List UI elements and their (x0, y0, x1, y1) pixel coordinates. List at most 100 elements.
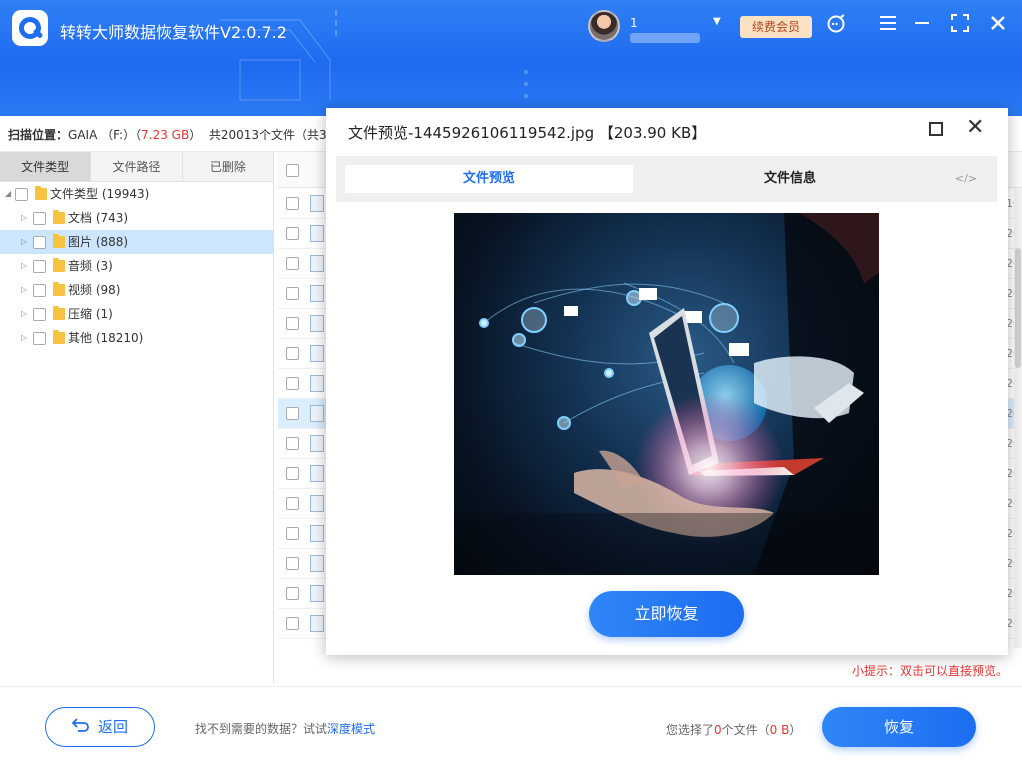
menu-icon[interactable] (876, 14, 900, 38)
tab-file-info[interactable]: 文件信息 (640, 165, 940, 193)
tree-item-label: 其他 (18210) (68, 331, 144, 345)
file-preview-dialog: 文件预览-1445926106119542.jpg 【203.90 KB】 ✕ … (326, 108, 1008, 655)
renew-vip-button[interactable]: 续费会员 (740, 16, 812, 38)
scrollbar-thumb[interactable] (1015, 248, 1021, 368)
recover-now-button[interactable]: 立即恢复 (589, 591, 744, 637)
tab-code[interactable]: </> (946, 165, 986, 193)
tree-root[interactable]: ◢ 文件类型 (19943) (0, 182, 274, 206)
collapse-arrow-icon[interactable]: ▷ (21, 302, 27, 326)
app-logo (12, 10, 48, 46)
row-checkbox[interactable] (286, 377, 299, 390)
back-button[interactable]: 返回 (45, 707, 155, 747)
checkbox[interactable] (33, 236, 46, 249)
dialog-title: 文件预览-1445926106119542.jpg 【203.90 KB】 (348, 124, 707, 142)
collapse-arrow-icon[interactable]: ▷ (21, 254, 27, 278)
row-checkbox[interactable] (286, 257, 299, 270)
row-checkbox[interactable] (286, 587, 299, 600)
expand-arrow-icon[interactable]: ◢ (5, 182, 11, 206)
tree-item-images[interactable]: ▷ 图片 (888) (0, 230, 274, 254)
image-file-icon (310, 585, 324, 602)
avatar[interactable] (588, 10, 620, 42)
close-icon[interactable] (986, 14, 1010, 38)
image-file-icon (310, 615, 324, 632)
row-checkbox[interactable] (286, 197, 299, 210)
sel-count: 0 (714, 723, 722, 737)
tree-item-archive[interactable]: ▷ 压缩 (1) (0, 302, 274, 326)
title-bar: 转转大师数据恢复软件V2.0.7.2 1 ▼ 续费会员 (0, 0, 1022, 116)
sel-suffix: ） (789, 723, 802, 737)
checkbox[interactable] (33, 332, 46, 345)
tree-item-other[interactable]: ▷ 其他 (18210) (0, 326, 274, 350)
image-file-icon (310, 345, 324, 362)
tree-item-documents[interactable]: ▷ 文档 (743) (0, 206, 274, 230)
row-checkbox[interactable] (286, 347, 299, 360)
support-icon[interactable] (824, 14, 848, 38)
image-file-icon (310, 285, 324, 302)
checkbox[interactable] (33, 212, 46, 225)
tab-file-path[interactable]: 文件路径 (91, 152, 183, 181)
checkbox[interactable] (33, 284, 46, 297)
collapse-arrow-icon[interactable]: ▷ (21, 326, 27, 350)
checkbox[interactable] (33, 308, 46, 321)
app-title: 转转大师数据恢复软件V2.0.7.2 (60, 23, 287, 42)
tab-file-type[interactable]: 文件类型 (0, 152, 92, 181)
sel-mid: 个文件（ (721, 723, 770, 737)
list-scrollbar[interactable] (1014, 188, 1022, 648)
maximize-icon[interactable] (929, 122, 943, 136)
folder-icon (53, 234, 65, 248)
row-checkbox[interactable] (286, 617, 299, 630)
checkbox[interactable] (15, 188, 28, 201)
row-checkbox[interactable] (286, 437, 299, 450)
folder-icon (53, 282, 65, 296)
folder-icon (53, 258, 65, 272)
selection-info: 您选择了0个文件（0 B） (666, 721, 801, 738)
select-all-checkbox[interactable] (286, 164, 299, 177)
collapse-arrow-icon[interactable]: ▷ (21, 278, 27, 302)
tip-text: 小提示：双击可以直接预览。 (851, 664, 1008, 678)
image-file-icon (310, 495, 324, 512)
deep-mode-link[interactable]: 深度模式 (327, 722, 375, 736)
row-checkbox[interactable] (286, 527, 299, 540)
deep-mode-hint: 找不到需要的数据？试试深度模式 (195, 720, 375, 737)
row-checkbox[interactable] (286, 557, 299, 570)
close-icon[interactable]: ✕ (966, 117, 984, 139)
folder-icon (53, 330, 65, 344)
folder-icon (53, 210, 65, 224)
tree-root-label: 文件类型 (19943) (50, 187, 150, 201)
dialog-tabs: 文件预览 文件信息 </> (336, 156, 997, 202)
tab-file-preview[interactable]: 文件预览 (345, 165, 633, 193)
tree-item-audio[interactable]: ▷ 音频 (3) (0, 254, 274, 278)
tree-item-label: 文档 (743) (68, 211, 129, 225)
preview-image (454, 213, 879, 575)
scan-info-text: 扫描位置：GAIA （F:）（7.23 GB） 共20013个文件（共3 (8, 128, 327, 142)
minimize-icon[interactable] (910, 14, 934, 38)
image-file-icon (310, 315, 324, 332)
image-file-icon (310, 255, 324, 272)
tree-item-video[interactable]: ▷ 视频 (98) (0, 278, 274, 302)
row-checkbox[interactable] (286, 227, 299, 240)
row-checkbox[interactable] (286, 497, 299, 510)
image-file-icon (310, 375, 324, 392)
sel-size: 0 B (769, 723, 790, 737)
tab-deleted[interactable]: 已删除 (183, 152, 274, 181)
image-file-icon (310, 225, 324, 242)
scan-location-label: 扫描位置： (8, 128, 69, 142)
row-checkbox[interactable] (286, 407, 299, 420)
image-file-icon (310, 525, 324, 542)
collapse-arrow-icon[interactable]: ▷ (21, 230, 27, 254)
image-file-icon (310, 555, 324, 572)
image-file-icon (310, 405, 324, 422)
row-checkbox[interactable] (286, 467, 299, 480)
tree-item-label: 图片 (888) (68, 235, 129, 249)
row-checkbox[interactable] (286, 287, 299, 300)
tree-item-label: 音频 (3) (68, 259, 113, 273)
user-name[interactable]: 1 (630, 16, 710, 43)
recover-button[interactable]: 恢复 (822, 707, 976, 747)
caret-down-icon[interactable]: ▼ (713, 16, 721, 27)
row-checkbox[interactable] (286, 317, 299, 330)
user-name-masked (630, 32, 700, 43)
checkbox[interactable] (33, 260, 46, 273)
collapse-arrow-icon[interactable]: ▷ (21, 206, 27, 230)
fullscreen-icon[interactable] (948, 14, 972, 38)
image-file-icon (310, 465, 324, 482)
